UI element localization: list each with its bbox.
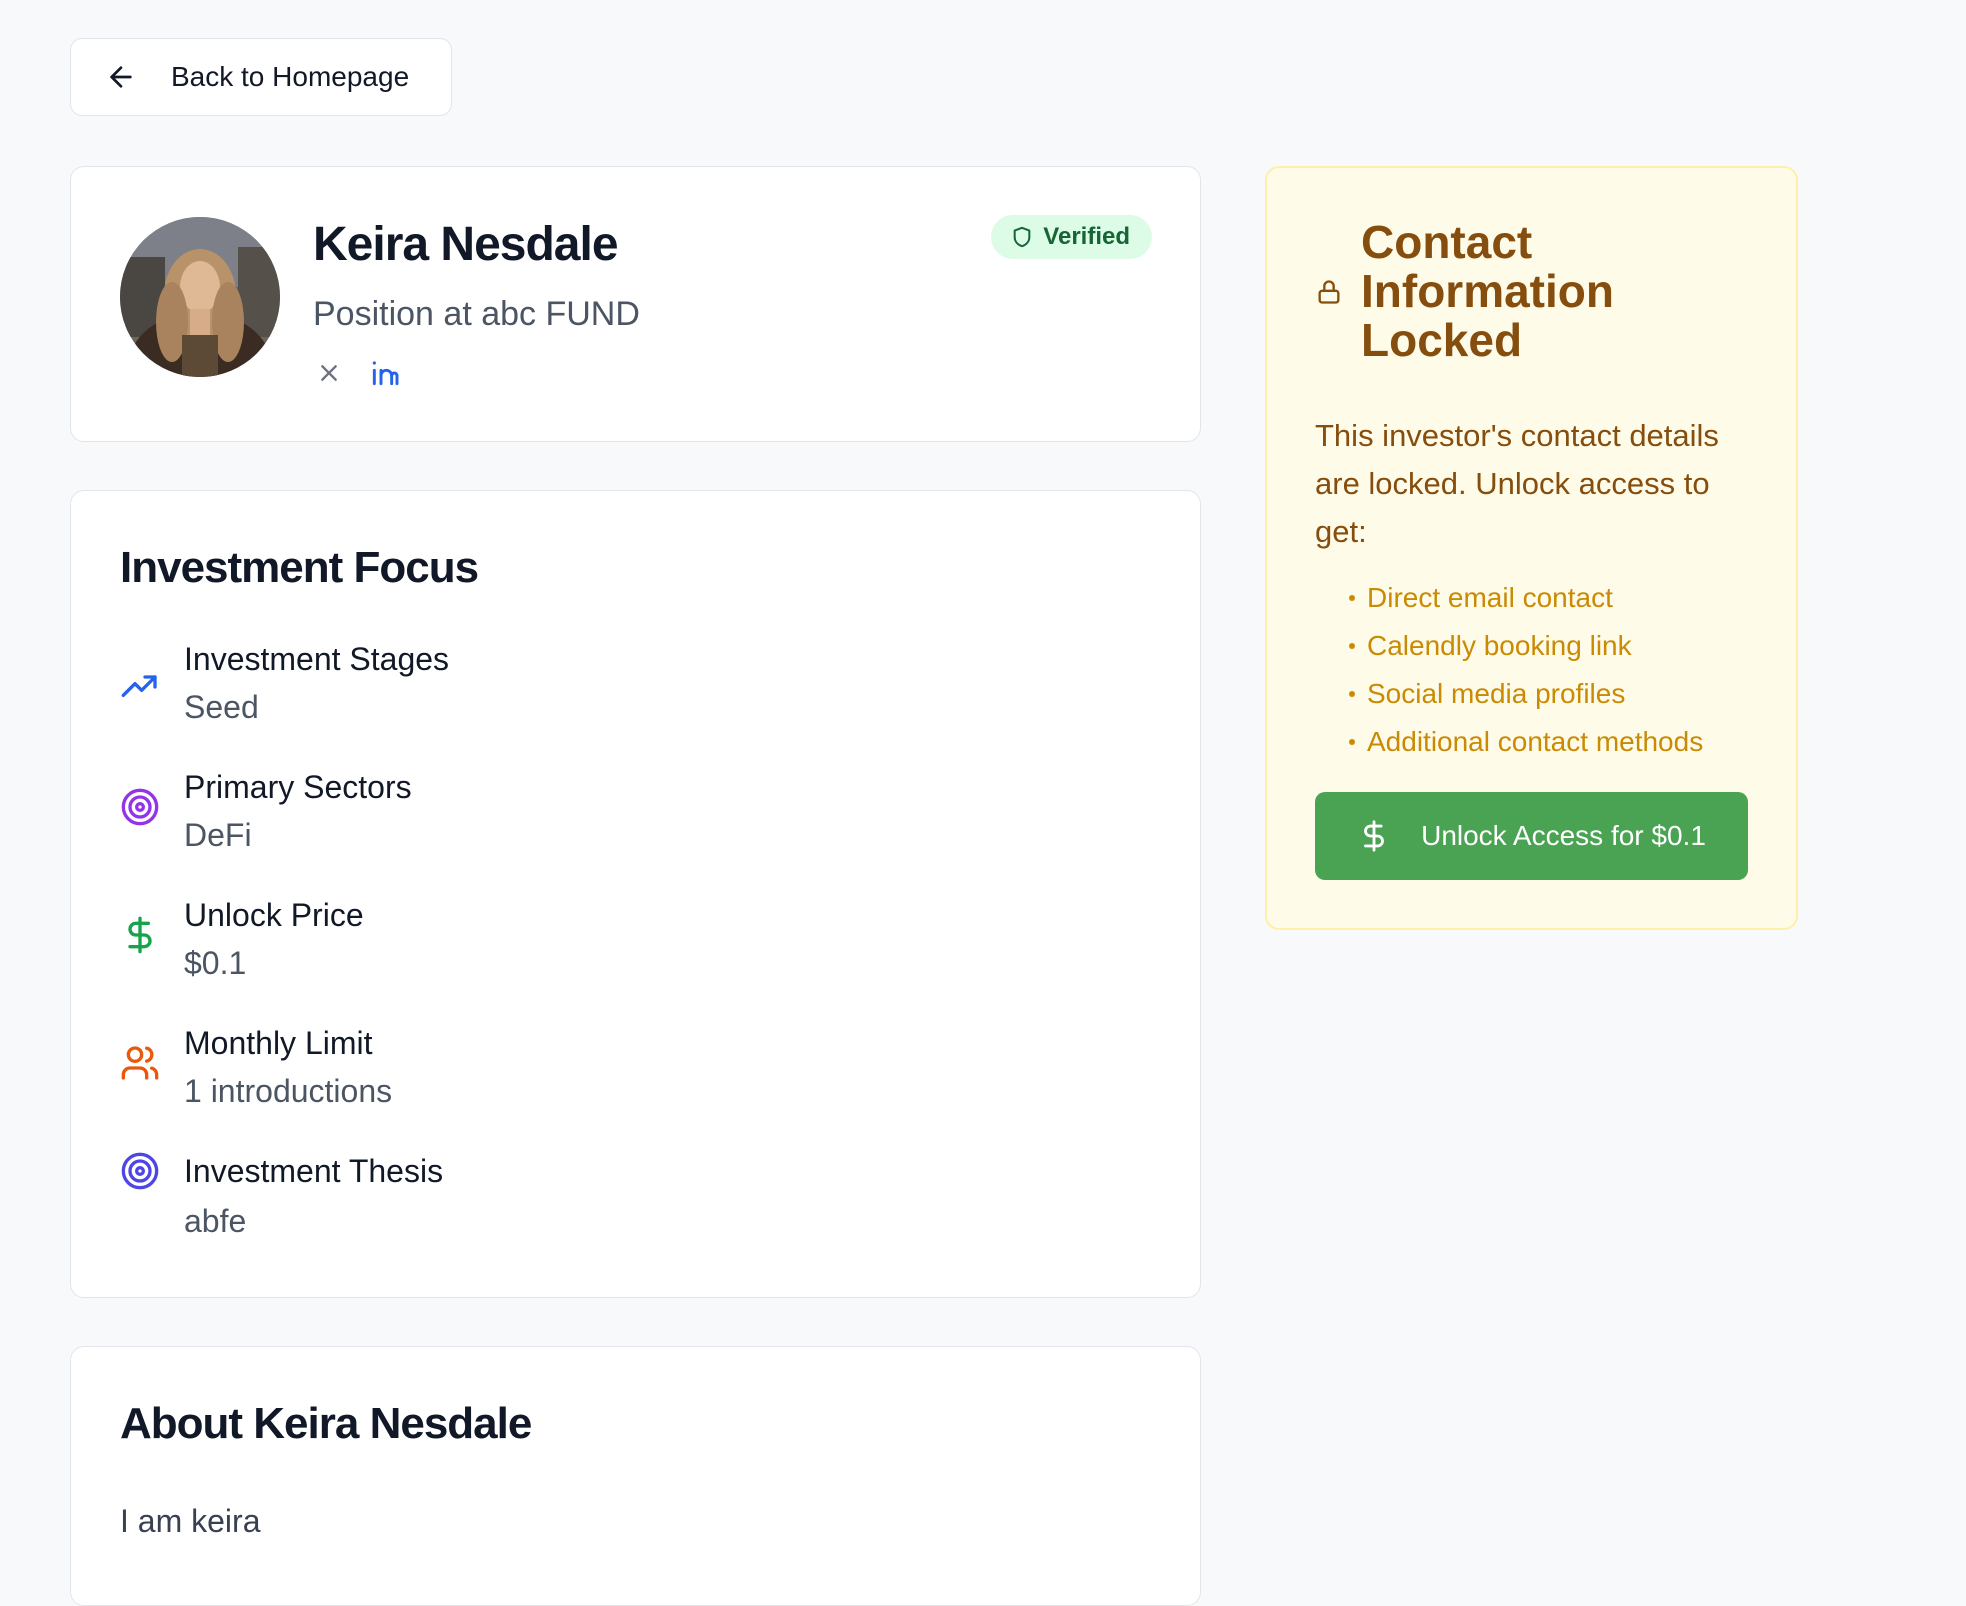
contact-locked-card: Contact Information Locked This investor… xyxy=(1265,166,1798,930)
focus-item-label: Investment Thesis xyxy=(184,1153,444,1189)
focus-item-value: $0.1 xyxy=(184,945,247,981)
back-button-label: Back to Homepage xyxy=(171,61,410,92)
trending-up-icon xyxy=(120,667,160,707)
target-icon xyxy=(120,1151,160,1191)
list-item: Social media profiles xyxy=(1349,670,1703,718)
arrow-left-icon xyxy=(105,61,137,93)
dollar-icon xyxy=(1357,819,1391,853)
contact-locked-description: This investor's contact details are lock… xyxy=(1315,418,1719,549)
list-item: Calendly booking link xyxy=(1349,622,1703,670)
dollar-icon xyxy=(120,915,160,955)
investment-focus-card: Investment Focus Investment Stages Seed … xyxy=(70,490,1201,1298)
focus-item-value: Seed xyxy=(184,689,259,725)
social-links xyxy=(313,357,401,389)
list-item: Additional contact methods xyxy=(1349,718,1703,766)
linkedin-icon[interactable] xyxy=(369,357,401,389)
focus-item-value: 1 introductions xyxy=(184,1073,393,1109)
focus-item-label: Monthly Limit xyxy=(184,1025,373,1061)
investor-position: Position at abc FUND xyxy=(313,295,640,333)
focus-item-label: Primary Sectors xyxy=(184,769,412,805)
lock-icon xyxy=(1315,278,1343,306)
list-item: Direct email contact xyxy=(1349,574,1703,622)
benefits-list: Direct email contact Calendly booking li… xyxy=(1349,574,1703,766)
contact-locked-title: Contact Information Locked xyxy=(1361,216,1614,366)
investment-focus-title: Investment Focus xyxy=(120,543,479,592)
focus-item-label: Unlock Price xyxy=(184,897,364,933)
profile-card: Keira Nesdale Position at abc FUND Verif… xyxy=(70,166,1201,442)
focus-item-value: abfe xyxy=(184,1203,247,1239)
investor-name: Keira Nesdale xyxy=(313,218,619,271)
contact-locked-header: Contact Information Locked xyxy=(1315,218,1661,365)
verified-badge: Verified xyxy=(991,215,1152,259)
unlock-button-label: Unlock Access for $0.1 xyxy=(1421,820,1706,851)
x-twitter-icon[interactable] xyxy=(313,357,345,389)
about-text: I am keira xyxy=(120,1503,261,1539)
avatar xyxy=(120,217,280,377)
unlock-access-button[interactable]: Unlock Access for $0.1 xyxy=(1315,792,1748,880)
back-to-homepage-button[interactable]: Back to Homepage xyxy=(70,38,452,116)
users-icon xyxy=(120,1043,160,1083)
shield-icon xyxy=(1011,226,1033,248)
about-title: About Keira Nesdale xyxy=(120,1399,532,1448)
about-card: About Keira Nesdale I am keira xyxy=(70,1346,1201,1606)
target-icon xyxy=(120,787,160,827)
focus-item-label: Investment Stages xyxy=(184,641,450,677)
verified-label: Verified xyxy=(1043,223,1130,250)
focus-item-value: DeFi xyxy=(184,817,252,853)
